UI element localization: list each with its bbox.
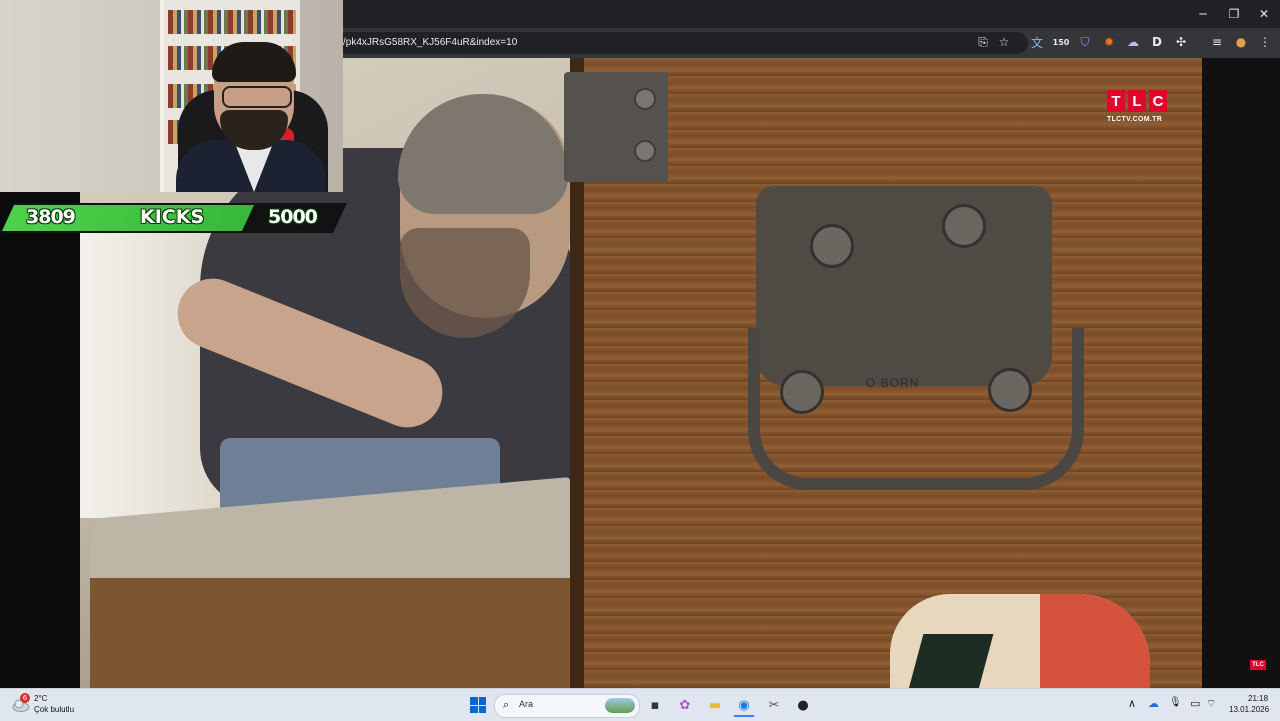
snipping-tool-icon[interactable]: ✂ [764, 695, 784, 715]
kicks-current-count: 3809 [26, 206, 76, 228]
windows-logo-icon [478, 697, 486, 705]
kicks-goal-bar: 3809 KICKS 5000 [0, 203, 347, 233]
shelf-books [168, 10, 296, 34]
search-icon: ⌕ [503, 698, 510, 711]
sticker-red-part [1040, 594, 1150, 688]
hinge-screw [634, 88, 656, 110]
browser-menu-icon[interactable]: ⋮ [1256, 33, 1274, 51]
tlc-logo: T L C [1107, 90, 1167, 112]
weather-temperature[interactable]: 2°C [34, 694, 47, 703]
fox-extension-icon[interactable]: ✹ [1100, 33, 1118, 51]
search-placeholder: Ara [519, 699, 534, 709]
obs-icon[interactable]: ● [793, 695, 813, 715]
taskbar-search-box[interactable]: ⌕ Ara [494, 694, 640, 718]
bookmark-star-icon[interactable]: ☆ [995, 33, 1013, 51]
task-view-icon[interactable]: ▪ [645, 695, 665, 715]
taskbar-clock-date[interactable]: 13.01.2026 [1229, 705, 1269, 714]
display-icon[interactable]: ▭ [1190, 697, 1200, 710]
video-right-letterbox [1202, 58, 1280, 688]
address-url[interactable]: /pk4xJRsG58RX_KJ56F4uR&index=10 [343, 32, 517, 54]
sticker-black-part [896, 634, 994, 688]
extensions-puzzle-icon[interactable]: ✣ [1172, 33, 1190, 51]
d-extension-icon[interactable]: D [1148, 33, 1166, 51]
tlc-letter: C [1149, 90, 1167, 112]
handle-screw [988, 368, 1032, 412]
windows-logo-icon [478, 705, 486, 713]
windows-taskbar: 6 2°C Çok bulutlu ⌕ Ara ▪ ✿ ▬ ◉ ✂ ● ∧ ☁ … [0, 688, 1280, 721]
kicks-goal-count: 5000 [268, 206, 318, 228]
start-button[interactable] [470, 697, 486, 713]
kicks-label: KICKS [140, 206, 205, 228]
microphone-icon[interactable]: 🎙 [1169, 697, 1182, 708]
minimize-button[interactable]: ─ [1187, 0, 1219, 28]
handle-screw [810, 224, 854, 268]
copilot-icon[interactable]: ✿ [675, 695, 695, 715]
profile-avatar-icon[interactable]: ● [1232, 33, 1250, 51]
weather-badge: 6 [20, 693, 30, 703]
video-crate-sticker [890, 594, 1150, 688]
network-icon[interactable]: ⌔ [1206, 697, 1216, 711]
windows-logo-icon [470, 705, 478, 713]
cloud-extension-icon[interactable]: ☁ [1124, 33, 1142, 51]
streamer-hair [212, 42, 296, 82]
tray-overflow-chevron-icon[interactable]: ∧ [1128, 697, 1136, 710]
tlc-letter: L [1128, 90, 1146, 112]
handle-screw [942, 204, 986, 248]
video-table-side [90, 578, 570, 688]
tlc-logo-url: TLCTV.COM.TR [1107, 116, 1163, 123]
file-explorer-icon[interactable]: ▬ [705, 695, 725, 715]
extension-badge-icon[interactable]: 150 [1052, 33, 1070, 51]
search-highlight-image [605, 698, 635, 713]
shield-extension-icon[interactable]: ⛉ [1076, 33, 1094, 51]
onedrive-cloud-icon[interactable]: ☁ [1148, 697, 1159, 710]
video-crate-hinge [564, 72, 668, 182]
handle-stamp-text: O.BORN [866, 376, 920, 390]
windows-logo-icon [470, 697, 478, 705]
handle-screw [780, 370, 824, 414]
streamer-webcam [0, 0, 343, 192]
streamer-glasses [222, 86, 292, 108]
tlc-letter: T [1107, 90, 1125, 112]
taskbar-clock-time[interactable]: 21:18 [1248, 694, 1268, 703]
chrome-icon[interactable]: ◉ [734, 695, 754, 717]
install-app-icon[interactable]: ⎘ [974, 33, 992, 51]
maximize-button[interactable]: ❐ [1218, 0, 1250, 28]
corner-tlc-logo: TLC [1250, 660, 1266, 670]
hinge-screw [634, 140, 656, 162]
close-button[interactable]: ✕ [1248, 0, 1280, 28]
weather-description[interactable]: Çok bulutlu [34, 705, 74, 714]
translate-extension-icon[interactable]: 文 [1028, 33, 1046, 51]
media-control-icon[interactable]: ≡ [1208, 33, 1226, 51]
